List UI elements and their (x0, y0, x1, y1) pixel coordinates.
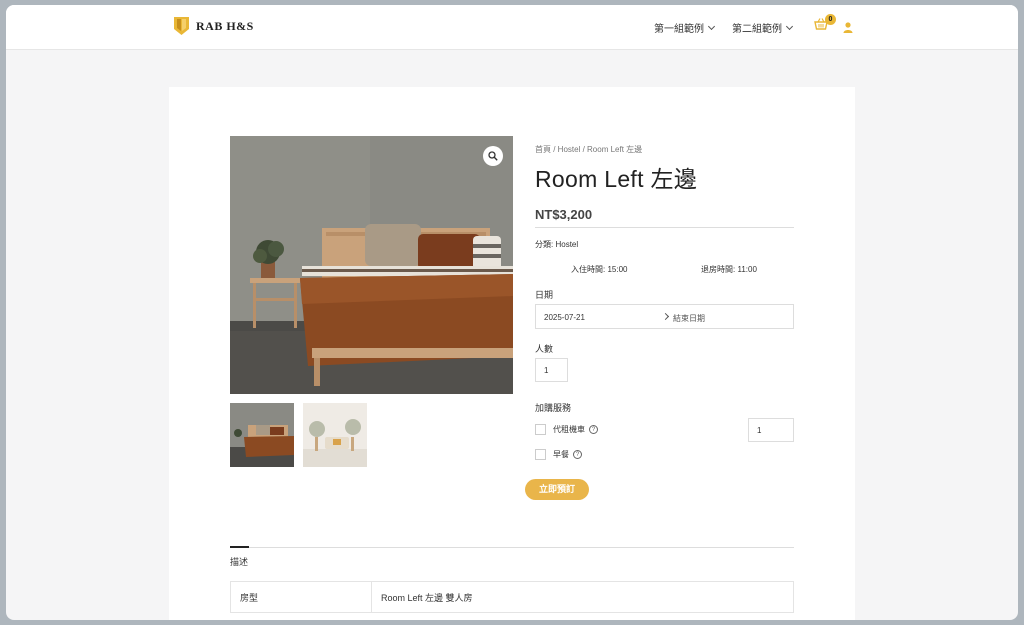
chevron-right-icon (661, 312, 670, 321)
checkout-label: 退房時間: (701, 265, 736, 274)
book-now-button[interactable]: 立即預訂 (525, 479, 589, 500)
breadcrumb-category-link[interactable]: Hostel (558, 145, 581, 154)
service-label: 早餐 (553, 450, 569, 459)
checkout-value: 11:00 (737, 265, 757, 274)
table-value: Room Left 左邊 雙人房 (371, 581, 794, 613)
service-quantity-input[interactable]: 1 (748, 418, 794, 442)
help-icon[interactable]: ? (573, 450, 582, 459)
checkout-time: 退房時間: 11:00 (701, 264, 757, 275)
thumbnail-image (303, 403, 367, 467)
service-row-breakfast: 早餐 ? (535, 449, 582, 460)
product-price: NT$3,200 (535, 207, 593, 222)
zoom-button[interactable] (483, 146, 503, 166)
table-row: 房型 Room Left 左邊 雙人房 (230, 581, 794, 613)
breadcrumb: 首頁 / Hostel / Room Left 左邊 (535, 144, 642, 155)
product-main-image[interactable] (230, 136, 513, 394)
divider (535, 227, 794, 228)
date-range-picker[interactable]: 2025-07-21 結束日期 (535, 304, 794, 329)
service-checkbox[interactable] (535, 449, 546, 460)
nav-item-group-1[interactable]: 第一組範例 (654, 20, 716, 35)
tab-active-indicator (230, 546, 249, 548)
main-nav: 第一組範例 第二組範例 (654, 20, 794, 35)
product-category: 分類: Hostel (535, 239, 578, 250)
logo-text: RAB H&S (196, 18, 254, 33)
chevron-down-icon (707, 22, 716, 30)
people-label: 人數 (535, 344, 554, 354)
chevron-down-icon (785, 22, 794, 30)
cart-button[interactable]: 0 (814, 14, 836, 36)
people-quantity-input[interactable]: 1 (535, 358, 568, 382)
date-start-value: 2025-07-21 (544, 313, 585, 322)
thumbnail-living-room[interactable] (303, 403, 367, 467)
user-icon (843, 22, 853, 33)
services-label: 加購服務 (535, 403, 572, 413)
bedroom-photo (230, 136, 513, 394)
nav-item-label: 第一組範例 (654, 24, 704, 35)
thumbnail-image (230, 403, 294, 467)
checkin-label: 入住時間: (571, 265, 606, 274)
service-label: 代租機車 (553, 425, 585, 434)
service-row-scooter: 代租機車 ? (535, 424, 598, 435)
cart-count-badge: 0 (825, 14, 836, 25)
tabs-divider (230, 547, 794, 548)
description-table: 房型 Room Left 左邊 雙人房 (230, 581, 794, 613)
breadcrumb-current: Room Left 左邊 (587, 145, 643, 154)
breadcrumb-separator: / (551, 145, 558, 154)
site-header: RAB H&S 第一組範例 第二組範例 0 (6, 5, 1018, 50)
category-label: 分類: (535, 240, 554, 249)
checkin-value: 15:00 (607, 265, 628, 274)
table-key: 房型 (230, 581, 372, 613)
tab-description[interactable]: 描述 (230, 555, 248, 568)
category-link[interactable]: Hostel (555, 240, 578, 249)
date-label: 日期 (535, 290, 554, 300)
breadcrumb-home-link[interactable]: 首頁 (535, 145, 551, 154)
service-checkbox[interactable] (535, 424, 546, 435)
site-logo[interactable]: RAB H&S (174, 17, 254, 35)
thumbnail-bedroom[interactable] (230, 403, 294, 467)
browser-window: RAB H&S 第一組範例 第二組範例 0 首頁 / Hostel / Room… (6, 5, 1018, 620)
product-card: 首頁 / Hostel / Room Left 左邊 Room Left 左邊 … (169, 87, 855, 620)
product-title: Room Left 左邊 (535, 166, 698, 192)
nav-item-label: 第二組範例 (732, 24, 782, 35)
checkin-time: 入住時間: 15:00 (571, 264, 628, 275)
magnifier-icon (488, 151, 498, 161)
nav-item-group-2[interactable]: 第二組範例 (732, 20, 794, 35)
logo-mark-icon (174, 17, 189, 35)
date-end-placeholder: 結束日期 (673, 314, 705, 323)
help-icon[interactable]: ? (589, 425, 598, 434)
account-button[interactable] (843, 20, 853, 38)
